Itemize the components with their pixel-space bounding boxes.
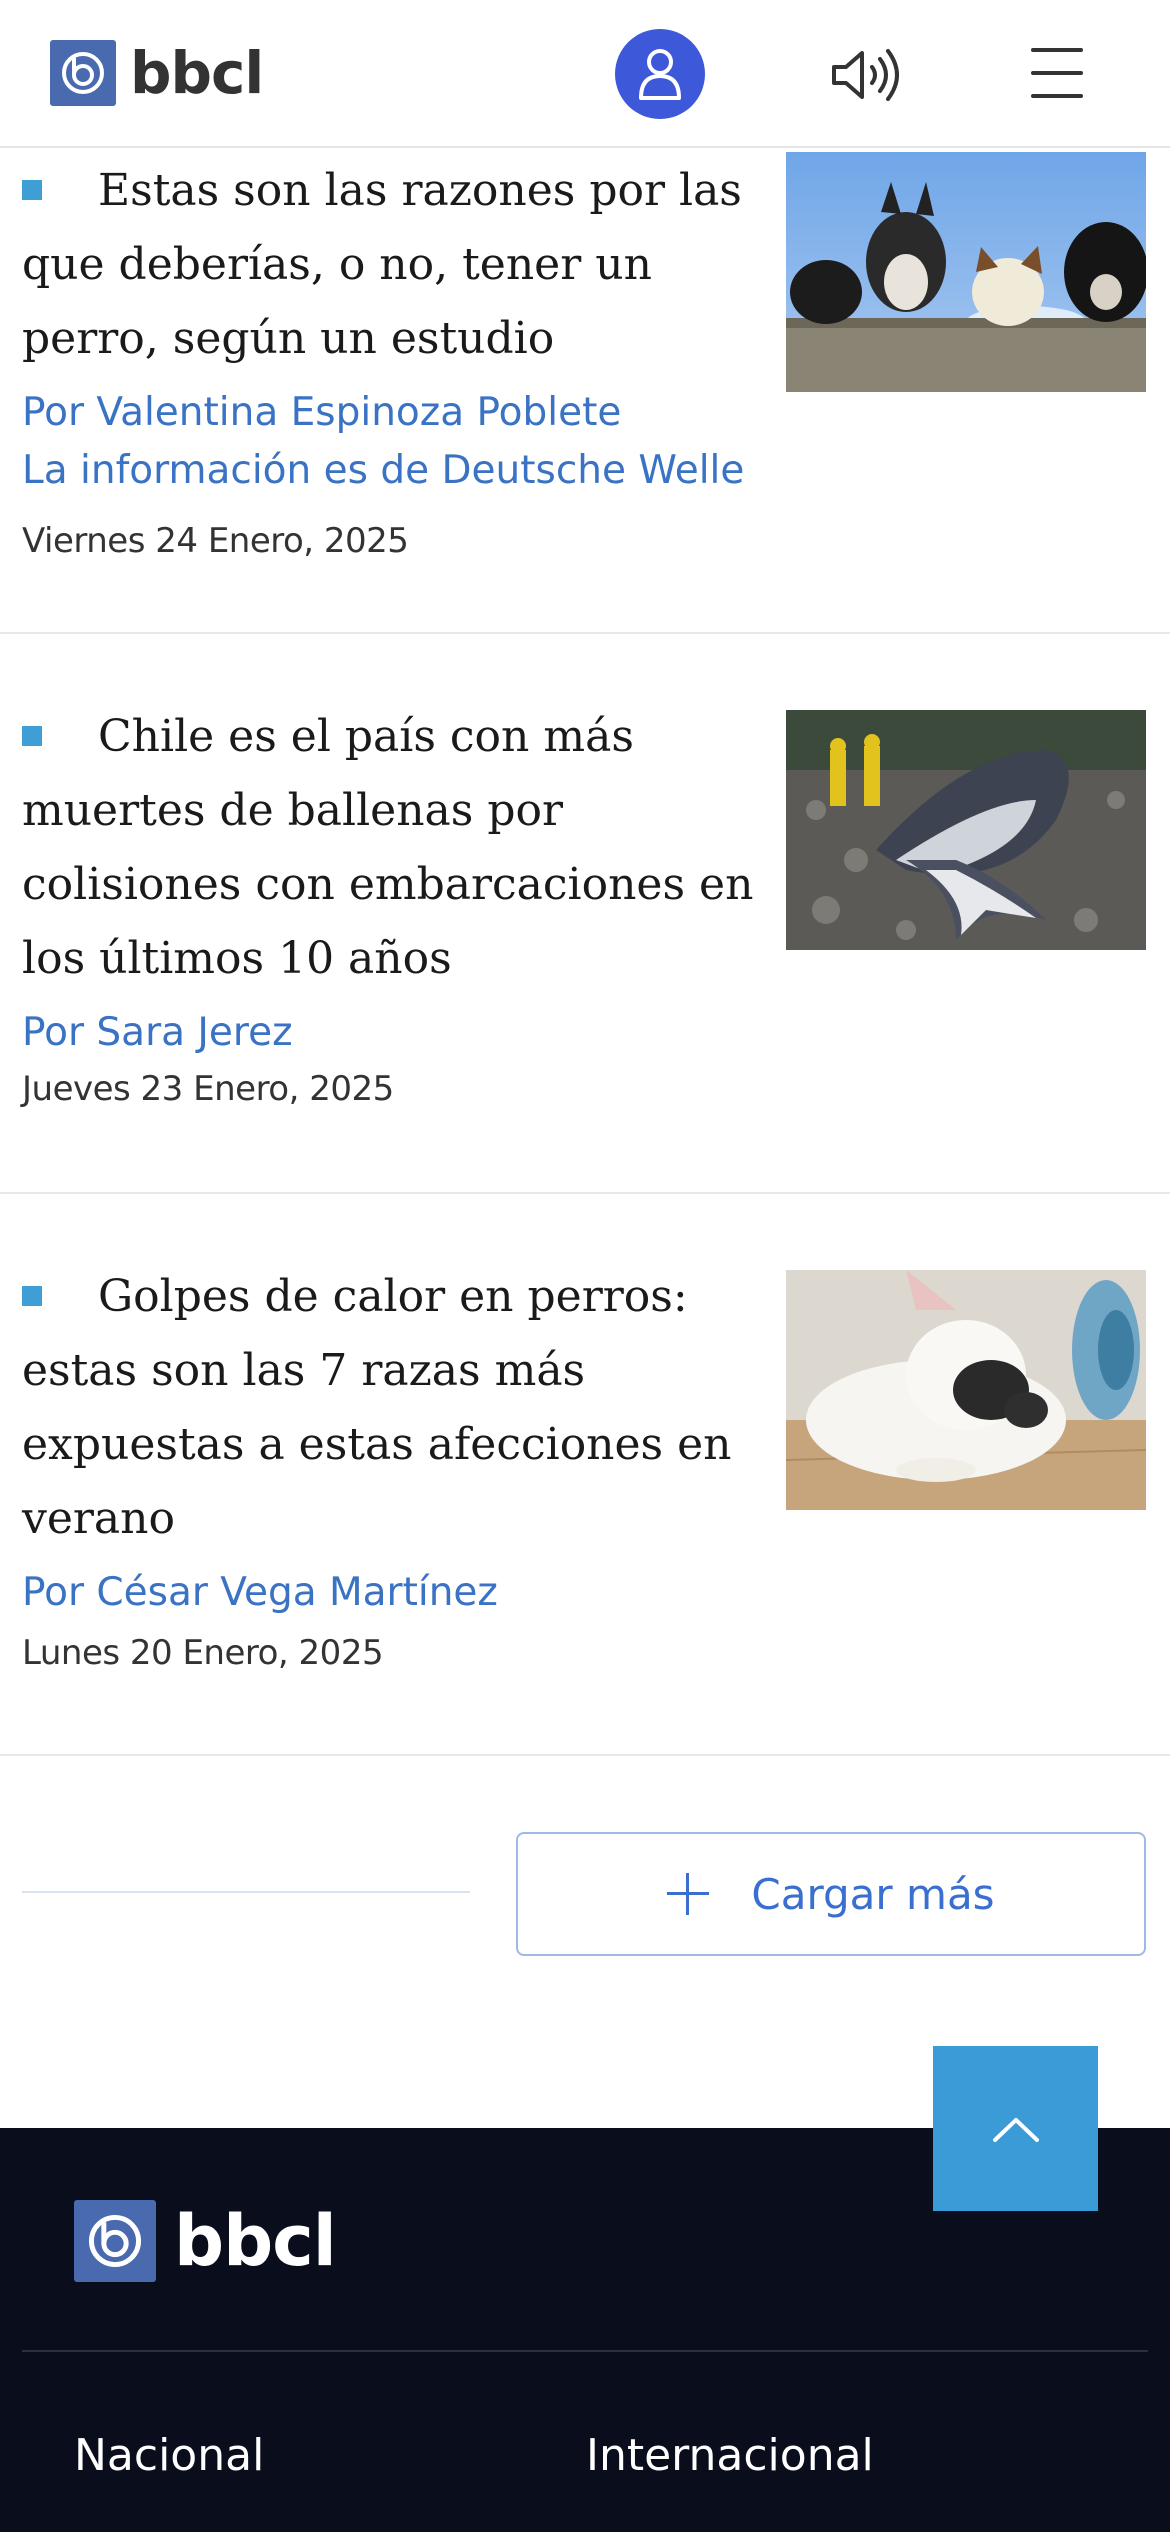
article-date: Jueves 23 Enero, 2025 — [22, 1069, 394, 1109]
back-to-top-button[interactable] — [933, 2046, 1098, 2211]
logo-icon — [74, 2200, 156, 2282]
footer-link-nacional[interactable]: Nacional — [74, 2426, 264, 2486]
article-thumbnail[interactable] — [786, 710, 1146, 950]
article-headline[interactable]: Estas son las razones por las que deberí… — [22, 165, 742, 364]
article-thumbnail[interactable] — [786, 1270, 1146, 1510]
audio-button[interactable] — [826, 40, 906, 110]
list-item[interactable]: Chile es el país con más muertes de ball… — [0, 634, 1170, 1194]
list-item[interactable]: Golpes de calor en perros: estas son las… — [0, 1194, 1170, 1756]
article-thumbnail[interactable] — [786, 152, 1146, 392]
footer-logo[interactable]: bbcl — [74, 2200, 337, 2282]
load-more-label: Cargar más — [751, 1869, 995, 1919]
article-date: Viernes 24 Enero, 2025 — [22, 521, 409, 561]
load-more-button[interactable]: Cargar más — [516, 1832, 1146, 1956]
site-logo[interactable]: bbcl — [50, 39, 264, 107]
logo-text: bbcl — [130, 39, 264, 107]
chevron-up-icon — [992, 2117, 1039, 2142]
article-headline[interactable]: Golpes de calor en perros: estas son las… — [22, 1271, 732, 1544]
bullet-icon — [22, 179, 42, 200]
hamburger-menu-icon[interactable] — [1025, 44, 1089, 102]
article-headline[interactable]: Chile es el país con más muertes de ball… — [22, 711, 753, 984]
speaker-icon — [832, 49, 899, 101]
bullet-icon — [22, 1285, 42, 1306]
article-source[interactable]: La información es de Deutsche Welle — [22, 442, 762, 500]
divider — [22, 1891, 470, 1893]
article-byline[interactable]: Por César Vega Martínez — [22, 1564, 762, 1622]
plus-icon — [667, 1873, 710, 1915]
user-icon — [639, 49, 681, 100]
user-account-button[interactable] — [615, 29, 705, 119]
article-date: Lunes 20 Enero, 2025 — [22, 1633, 384, 1673]
article-byline[interactable]: Por Sara Jerez — [22, 1004, 762, 1062]
bullet-icon — [22, 725, 42, 746]
article-byline[interactable]: Por Valentina Espinoza Poblete — [22, 384, 762, 442]
footer-link-internacional[interactable]: Internacional — [586, 2426, 874, 2486]
footer-logo-text: bbcl — [174, 2200, 337, 2282]
site-header: bbcl — [0, 0, 1170, 148]
list-item[interactable]: Estas son las razones por las que deberí… — [0, 148, 1170, 634]
logo-icon — [50, 40, 116, 106]
footer-divider — [22, 2350, 1148, 2352]
